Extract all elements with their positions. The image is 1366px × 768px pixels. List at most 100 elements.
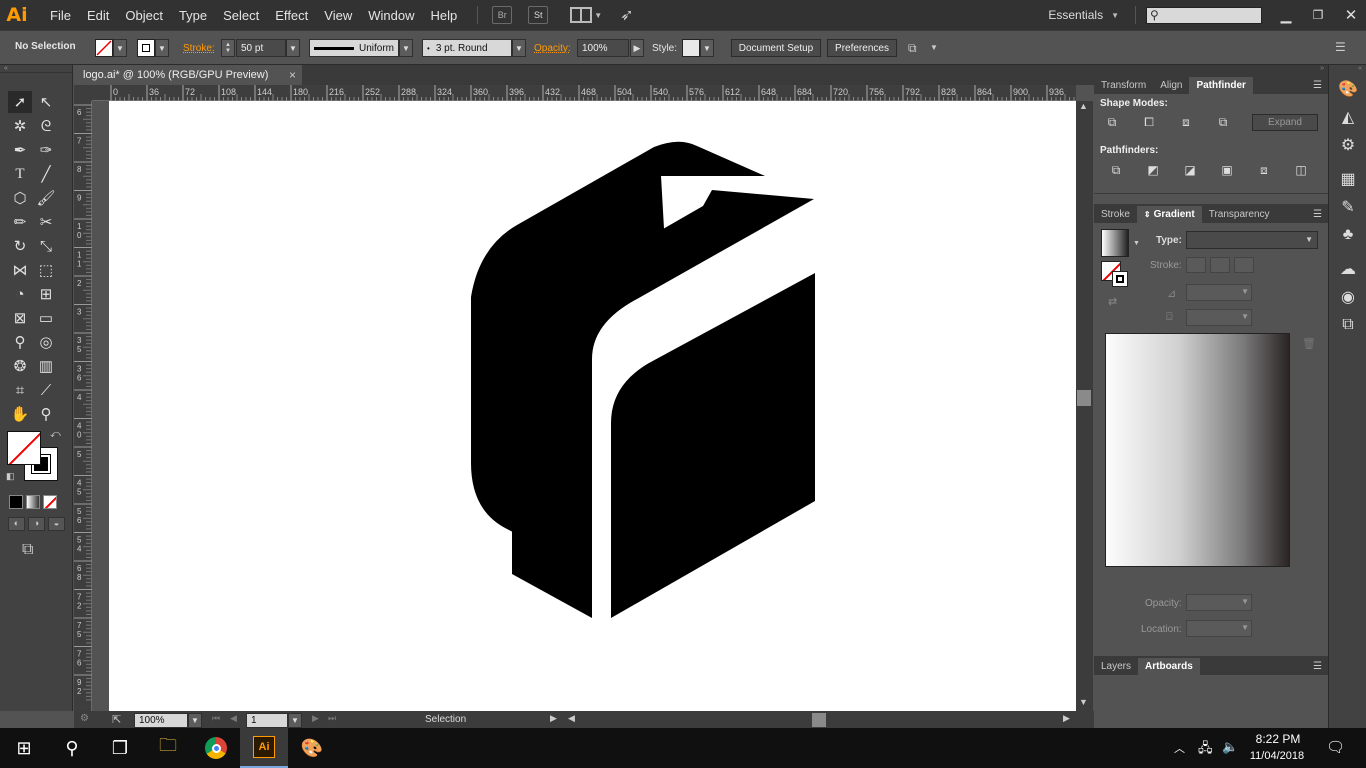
last-artboard-icon[interactable]: ⏭ [328,713,336,724]
vertical-ruler[interactable]: 6789101123353644054556546872757692 [74,101,92,711]
crop-icon[interactable]: ▣ [1219,162,1235,178]
menu-select[interactable]: Select [223,8,259,23]
profile-dropdown[interactable]: ▼ [399,39,413,57]
polygon-tool-icon[interactable]: ⬡ [8,187,32,209]
stroke-weight-dropdown[interactable]: ▼ [286,39,300,57]
tab-transparency[interactable]: Transparency [1202,206,1277,223]
appearance-panel-icon[interactable]: ◉ [1329,283,1366,311]
symbol-sprayer-tool-icon[interactable]: ❂ [8,355,32,377]
menu-file[interactable]: File [50,8,71,23]
artboard-number-input[interactable]: 1 [246,713,288,728]
stroke-stepper[interactable]: ▲ ▼ [221,39,235,57]
scroll-up-icon[interactable]: ▲ [1079,101,1088,111]
next-artboard-icon[interactable]: ▶ [312,713,319,724]
scroll-right-icon[interactable]: ▶ [1063,713,1070,724]
menu-edit[interactable]: Edit [87,8,109,23]
stop-location-input[interactable]: ▼ [1186,620,1252,637]
tab-align[interactable]: Align [1153,77,1189,94]
blend-tool-icon[interactable]: ◎ [34,331,58,353]
screen-mode-icon[interactable]: ⧉ [0,541,72,559]
zoom-input[interactable]: 100% [134,713,188,728]
divide-icon[interactable]: ⧉ [1108,162,1124,178]
artboard-tool-icon[interactable]: ⌗ [8,379,32,401]
export-icon[interactable]: ⇱ [112,713,121,726]
graphic-style-swatch[interactable] [682,39,700,57]
chevron-down-icon[interactable]: ▼ [930,43,938,52]
logo-artwork[interactable] [109,101,1076,711]
file-explorer-icon[interactable]: 🗀 [144,728,192,768]
recolor-icon[interactable]: ⚙ [1329,131,1366,159]
column-graph-tool-icon[interactable]: ▥ [34,355,58,377]
gpu-performance-icon[interactable]: ➶ [620,5,633,25]
illustrator-taskbar-icon[interactable]: Ai [240,728,288,768]
line-tool-icon[interactable]: ╱ [34,163,58,185]
workspace-switcher[interactable]: Essentials [1048,8,1103,22]
search-icon[interactable]: ⚲ [48,728,96,768]
color-panel-icon[interactable]: 🎨 [1329,75,1366,103]
scroll-left-icon[interactable]: ◀ [568,713,575,724]
default-fill-stroke-icon[interactable]: ◧ [6,471,15,482]
cube-logo[interactable] [471,135,815,618]
swap-fill-stroke-icon[interactable]: ⤺ [50,429,61,440]
style-dropdown[interactable]: ▼ [700,39,714,57]
chevron-down-icon[interactable]: ▼ [1133,240,1140,247]
zoom-dropdown[interactable]: ▼ [188,713,202,728]
tab-pathfinder[interactable]: Pathfinder [1189,77,1253,94]
brush-dropdown[interactable]: ▼ [512,39,526,57]
artboard[interactable] [109,101,1076,711]
menu-object[interactable]: Object [125,8,163,23]
magic-wand-tool-icon[interactable]: ✲ [8,115,32,137]
gradient-type-select[interactable]: ▼ [1186,231,1318,249]
stroke-gradient-along-icon[interactable] [1210,257,1230,273]
toolbar-collapse-icon[interactable]: « [0,65,72,73]
notifications-icon[interactable]: 🗨 [1326,738,1345,756]
fill-dropdown[interactable]: ▼ [113,39,127,57]
network-icon[interactable]: 🖧 [1198,739,1213,761]
panel-menu-icon[interactable]: ☰ [1313,209,1328,223]
tab-layers[interactable]: Layers [1094,658,1138,675]
search-input[interactable]: ⚲ [1146,6,1262,24]
gradient-preview-swatch[interactable] [1101,229,1129,257]
panel-menu-icon[interactable]: ☰ [1313,80,1328,94]
vertical-scrollbar[interactable]: ▲ ▼ [1076,101,1093,711]
free-transform-tool-icon[interactable]: ⬚ [34,259,58,281]
fill-swatch[interactable] [95,39,113,57]
curvature-tool-icon[interactable]: ✑ [34,139,58,161]
scale-tool-icon[interactable]: ⤡ [34,235,58,257]
minus-front-icon[interactable]: ⧠ [1141,114,1157,130]
panel-menu-icon[interactable]: ☰ [1313,661,1328,675]
first-artboard-icon[interactable]: ⏮ [212,713,220,724]
stop-opacity-input[interactable]: ▼ [1186,594,1252,611]
paintbrush-tool-icon[interactable]: 🖌 [34,187,58,209]
task-view-icon[interactable]: ❐ [96,728,144,768]
canvas-area[interactable] [92,101,1076,711]
clock-date[interactable]: 11/04/2018 [1244,750,1310,762]
none-mode-icon[interactable] [43,495,57,509]
libraries-panel-icon[interactable]: ☁ [1329,255,1366,283]
bridge-button[interactable]: Br [492,6,513,24]
horizontal-scrollbar[interactable]: ◀ ▶ [563,711,1083,729]
menu-type[interactable]: Type [179,8,207,23]
symbols-panel-icon[interactable]: ♣ [1329,221,1366,249]
perspective-grid-tool-icon[interactable]: ⊞ [34,283,58,305]
eyedropper-tool-icon[interactable]: ⚲ [8,331,32,353]
zoom-tool-icon[interactable]: ⚲ [34,403,58,425]
chevron-up-icon[interactable]: ︿ [1174,740,1185,756]
lasso-tool-icon[interactable]: ᘓ [34,115,58,137]
menu-effect[interactable]: Effect [275,8,308,23]
hscroll-thumb[interactable] [812,713,826,727]
slice-tool-icon[interactable]: ⟋ [34,379,58,401]
scissors-tool-icon[interactable]: ✂ [34,211,58,233]
clock-time[interactable]: 8:22 PM [1250,732,1306,746]
gradient-slider-preview[interactable] [1105,333,1290,567]
reverse-gradient-icon[interactable]: ⇄ [1108,295,1117,308]
exclude-icon[interactable]: ⧉ [1215,114,1231,130]
draw-normal-icon[interactable]: ◐ [8,517,25,531]
volume-icon[interactable]: 🔈 [1222,739,1238,755]
minus-back-icon[interactable]: ◫ [1293,162,1309,178]
mesh-tool-icon[interactable]: ⊠ [8,307,32,329]
artboard-dropdown[interactable]: ▼ [288,713,302,728]
arrange-icon[interactable]: ⧉ [908,41,917,56]
swatches-panel-icon[interactable]: ▦ [1329,165,1366,193]
tab-gradient[interactable]: ⇕ Gradient [1136,206,1202,223]
